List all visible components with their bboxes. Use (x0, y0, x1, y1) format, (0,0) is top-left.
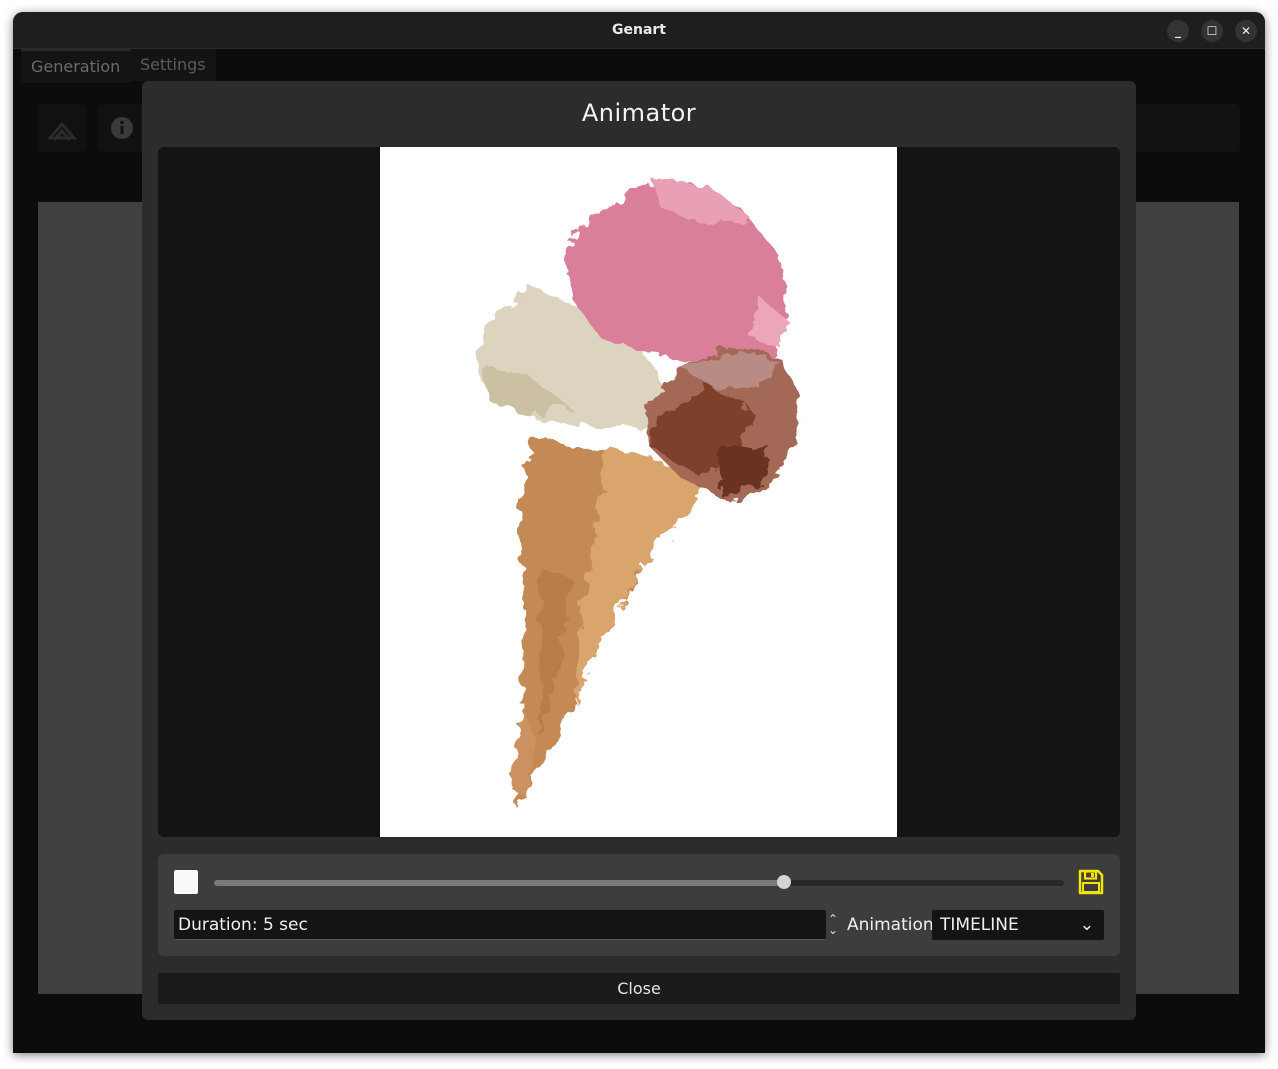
stop-button[interactable] (174, 870, 198, 894)
save-button[interactable] (1078, 869, 1104, 895)
home-icon (46, 121, 78, 141)
animation-preview (158, 147, 1120, 837)
home-button[interactable] (38, 104, 86, 152)
artwork-canvas (380, 147, 897, 837)
slider-fill (214, 880, 784, 886)
title-bar: Genart _ ☐ ✕ (13, 12, 1265, 49)
animation-label: Animation (847, 915, 934, 935)
close-button[interactable]: Close (158, 973, 1120, 1004)
ice-cream-artwork (475, 177, 800, 807)
playback-controls: Duration: 5 sec ⌃ ⌄ Animation TIMELINE ⌄ (158, 854, 1120, 956)
animation-select[interactable]: TIMELINE ⌄ (932, 910, 1104, 940)
info-icon[interactable] (98, 104, 146, 152)
close-icon: ✕ (1240, 24, 1252, 38)
chevron-down-icon: ⌄ (1079, 915, 1094, 935)
window-title: Genart (612, 22, 666, 38)
slider-thumb[interactable] (776, 875, 791, 889)
minimize-button[interactable]: _ (1167, 20, 1189, 42)
tab-generation[interactable]: Generation (21, 49, 131, 83)
timeline-slider[interactable] (214, 875, 1064, 889)
duration-stepper[interactable]: ⌃ ⌄ (828, 913, 840, 936)
tab-settings[interactable]: Settings (130, 49, 216, 81)
dialog-title: Animator (581, 99, 697, 127)
close-window-button[interactable]: ✕ (1235, 20, 1257, 42)
chevron-down-icon[interactable]: ⌄ (828, 924, 840, 936)
floppy-disk-icon (1078, 869, 1104, 895)
animation-select-value: TIMELINE (940, 915, 1019, 935)
minimize-icon: _ (1175, 24, 1181, 38)
duration-field[interactable]: Duration: 5 sec (174, 910, 826, 940)
animator-dialog: Animator Duration: 5 sec ⌃ ⌄ Animation T… (142, 81, 1136, 1020)
maximize-icon: ☐ (1206, 24, 1218, 38)
maximize-button[interactable]: ☐ (1201, 20, 1223, 42)
